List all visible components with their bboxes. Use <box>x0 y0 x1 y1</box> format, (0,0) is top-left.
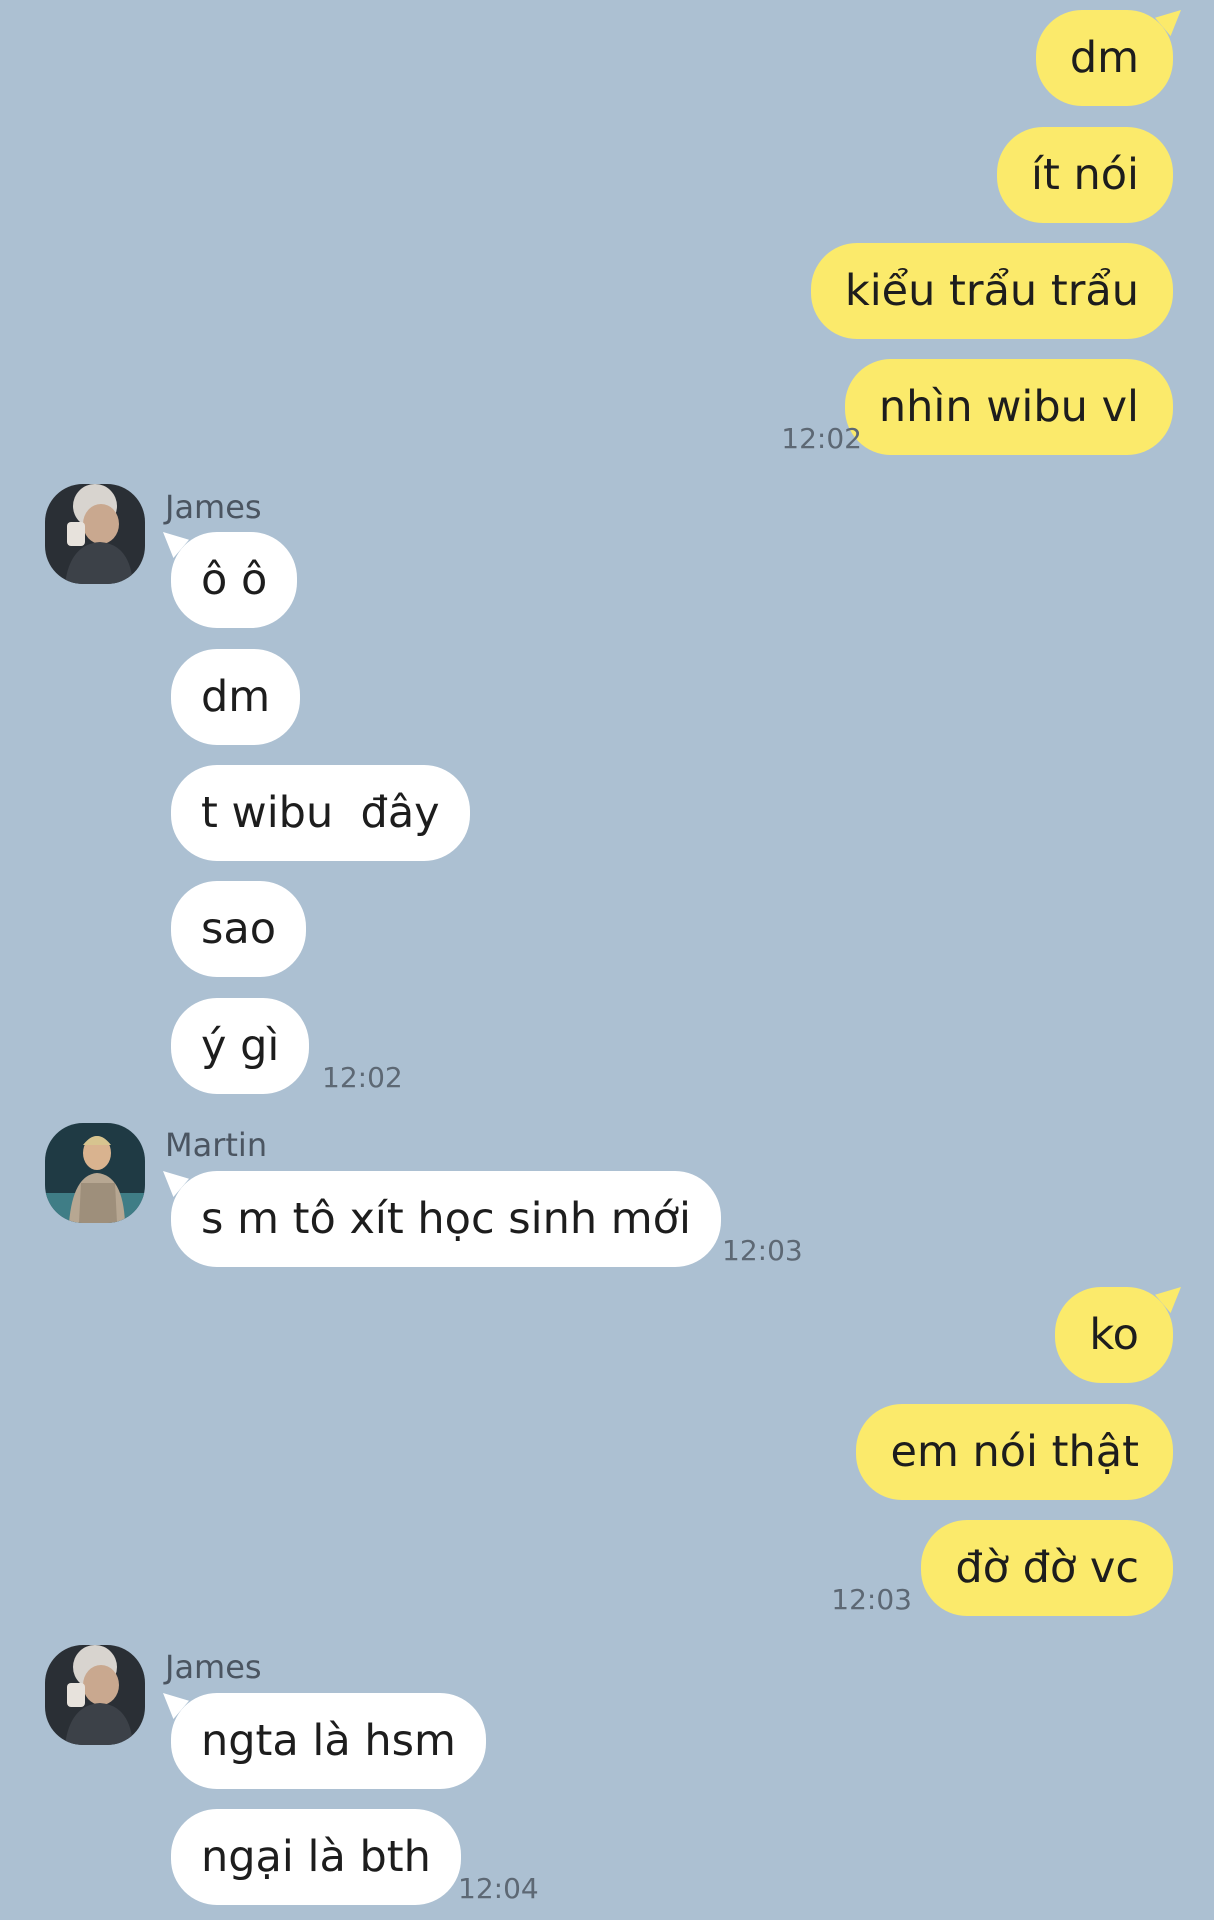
sender-name: James <box>165 488 262 526</box>
user-avatar-icon <box>45 1123 145 1223</box>
message-text: ý gì <box>201 1021 280 1071</box>
incoming-message[interactable]: dm <box>171 649 301 745</box>
user-avatar-icon <box>45 1645 145 1745</box>
incoming-message[interactable]: ô ô <box>171 532 298 628</box>
message-text: kiểu trẩu trẩu <box>844 266 1139 316</box>
outgoing-message[interactable]: dm <box>1035 10 1173 106</box>
outgoing-message[interactable]: kiểu trẩu trẩu <box>810 243 1173 339</box>
message-text: s m tô xít học sinh mới <box>201 1194 691 1244</box>
message-timestamp: 12:03 <box>722 1234 803 1267</box>
incoming-message[interactable]: t wibu đây <box>171 765 470 861</box>
message-text: t wibu đây <box>201 788 440 838</box>
sender-name: James <box>165 1648 262 1686</box>
user-avatar-icon <box>45 484 145 584</box>
message-text: ngta là hsm <box>201 1716 456 1766</box>
incoming-message[interactable]: ngta là hsm <box>171 1693 486 1789</box>
outgoing-message[interactable]: em nói thật <box>856 1404 1173 1500</box>
message-timestamp: 12:02 <box>781 422 862 455</box>
message-timestamp: 12:02 <box>322 1061 403 1094</box>
message-text: đờ đờ vc <box>955 1543 1139 1593</box>
incoming-message[interactable]: ngại là bth <box>171 1809 461 1905</box>
avatar-james[interactable] <box>45 1645 145 1745</box>
incoming-message[interactable]: s m tô xít học sinh mới <box>171 1171 721 1267</box>
outgoing-message[interactable]: nhìn wibu vl <box>844 359 1173 455</box>
incoming-message[interactable]: sao <box>171 881 307 977</box>
message-text: ko <box>1089 1310 1139 1360</box>
outgoing-message[interactable]: ko <box>1055 1287 1173 1383</box>
message-text: ô ô <box>201 555 268 605</box>
message-text: sao <box>201 904 277 954</box>
avatar-james[interactable] <box>45 484 145 584</box>
incoming-message[interactable]: ý gì <box>171 998 310 1094</box>
message-text: ngại là bth <box>201 1832 431 1882</box>
message-text: dm <box>201 672 271 722</box>
sender-name: Martin <box>165 1126 268 1164</box>
outgoing-message[interactable]: đờ đờ vc <box>921 1520 1173 1616</box>
message-timestamp: 12:04 <box>458 1872 539 1905</box>
message-text: ít nói <box>1031 150 1139 200</box>
outgoing-message[interactable]: ít nói <box>997 127 1173 223</box>
message-text: em nói thật <box>890 1427 1139 1477</box>
message-text: nhìn wibu vl <box>878 382 1139 432</box>
message-timestamp: 12:03 <box>831 1583 912 1616</box>
message-text: dm <box>1069 33 1139 83</box>
avatar-martin[interactable] <box>45 1123 145 1223</box>
